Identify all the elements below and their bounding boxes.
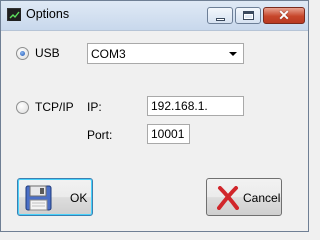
minimize-button[interactable] — [207, 7, 233, 24]
app-icon — [7, 8, 21, 21]
red-x-icon — [217, 186, 239, 213]
usb-label[interactable]: USB — [35, 46, 60, 60]
close-icon: ✕ — [278, 7, 290, 23]
floppy-disk-icon — [24, 183, 54, 216]
ok-label: OK — [70, 191, 88, 205]
ok-button[interactable]: OK — [17, 178, 93, 216]
options-dialog: Options ✕ USB COM3 TCP/IP IP: 192.168.1.… — [0, 0, 309, 232]
cancel-button[interactable]: Cancel — [206, 178, 282, 216]
com-port-value: COM3 — [91, 47, 126, 61]
ip-label: IP: — [87, 100, 102, 114]
maximize-icon — [243, 11, 254, 20]
ip-address-field[interactable]: 192.168.1. — [147, 96, 244, 116]
cancel-label: Cancel — [243, 191, 281, 205]
close-button[interactable]: ✕ — [263, 7, 305, 24]
port-label: Port: — [87, 128, 113, 142]
window-title: Options — [26, 7, 70, 21]
tcpip-label[interactable]: TCP/IP — [35, 100, 74, 114]
title-bar[interactable]: Options ✕ — [1, 1, 308, 31]
com-port-select[interactable]: COM3 — [87, 43, 244, 64]
tcpip-radio[interactable] — [16, 101, 29, 114]
chevron-down-icon[interactable] — [229, 52, 237, 56]
minimize-icon — [216, 18, 225, 21]
maximize-button[interactable] — [235, 7, 261, 24]
usb-radio[interactable] — [16, 47, 29, 60]
port-field[interactable]: 10001 — [147, 124, 190, 144]
